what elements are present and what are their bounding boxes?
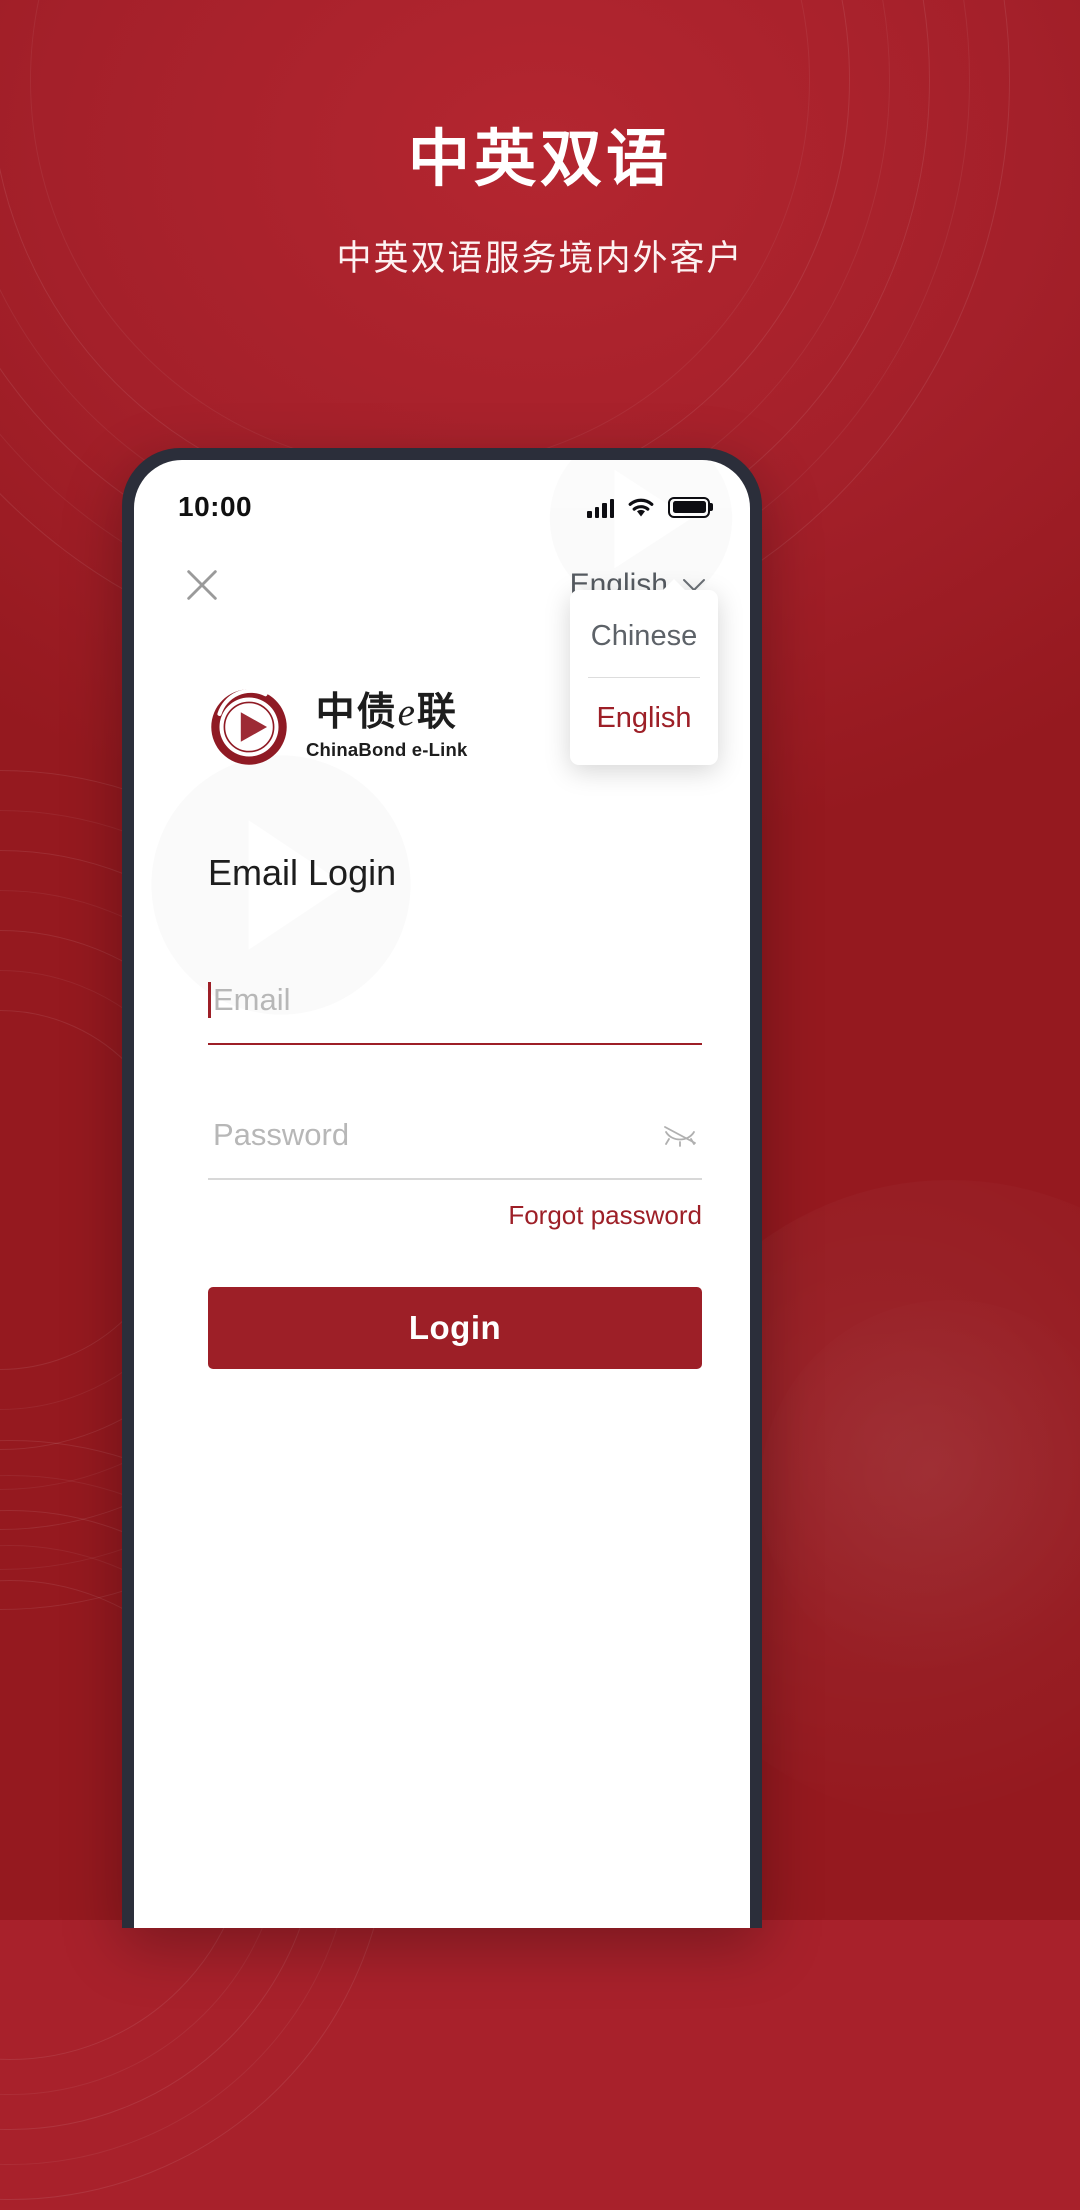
logo-text: 中债e联 ChinaBond e-Link [306,691,468,761]
promo-title: 中英双语 [407,125,672,194]
logo-name-cn-e: e [397,691,417,735]
forgot-password-link[interactable]: Forgot password [508,1200,702,1231]
wifi-icon [628,498,654,516]
login-button[interactable]: Login [208,1286,702,1369]
forgot-password-row: Forgot password [208,1200,702,1231]
language-dropdown-menu[interactable]: Chinese English [570,579,718,765]
signal-bars-icon [587,497,614,518]
status-icons [587,496,710,518]
email-placeholder: Email [213,982,291,1017]
password-placeholder: Password [213,1117,350,1152]
battery-icon [668,496,710,518]
text-cursor [208,982,211,1018]
form-title: Email Login [208,852,397,893]
phone-screen: 10:00 English Chinese English 中债e联 China… [134,460,750,1928]
close-icon[interactable] [182,565,222,605]
email-field[interactable]: Email [208,982,702,1045]
logo-name-cn: 中债e联 [315,691,458,735]
login-form: Email Login Email Password Forgot passwo… [134,852,750,1369]
eye-off-icon[interactable] [662,1122,698,1148]
language-option-english[interactable]: English [570,678,718,759]
email-field-underline [208,1043,702,1045]
password-field-underline [208,1178,702,1180]
play-circle-logo-icon [211,688,287,765]
password-field[interactable]: Password [208,1117,702,1180]
promo-copy: 中英双语 中英双语服务境内外客户 [0,125,1080,281]
language-option-chinese[interactable]: Chinese [570,596,718,677]
status-time: 10:00 [178,491,253,522]
status-bar: 10:00 [134,460,750,536]
logo-name-en: ChinaBond e-Link [306,738,468,760]
phone-mockup: 10:00 English Chinese English 中债e联 China… [122,448,762,1928]
logo-name-cn-first: 中债 [315,691,398,735]
promo-subtitle: 中英双语服务境内外客户 [336,239,744,279]
logo-name-cn-tail: 联 [416,691,458,735]
